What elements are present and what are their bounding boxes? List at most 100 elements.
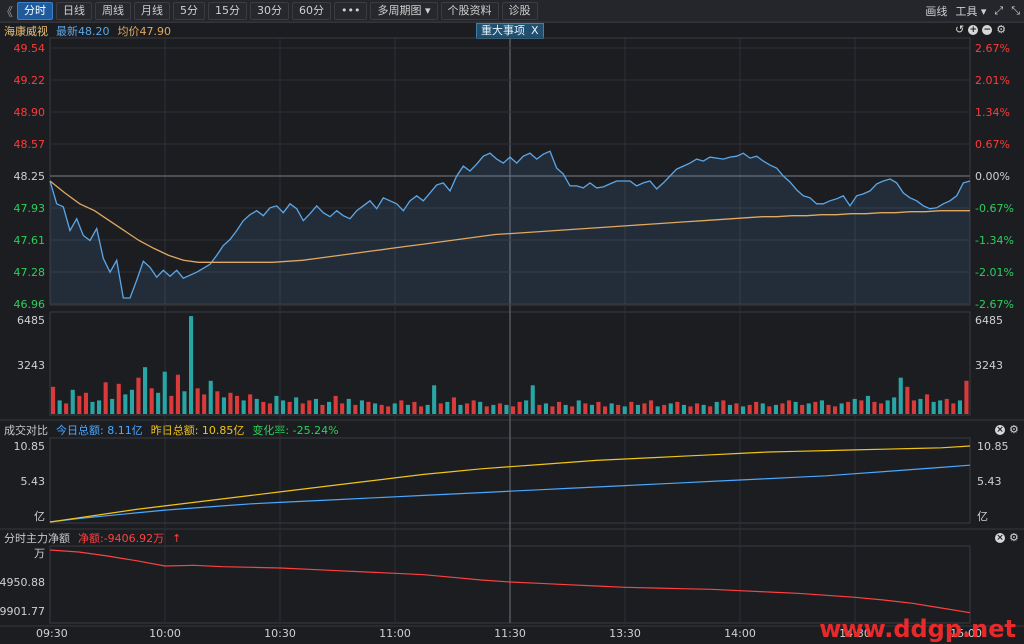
- volume-bar: [221, 397, 226, 414]
- volume-bar: [478, 401, 483, 414]
- volume-bar: [655, 406, 660, 414]
- volume-bar: [800, 404, 805, 414]
- volume-bar: [826, 404, 831, 414]
- volume-bar: [701, 404, 706, 414]
- price-tick-label: 48.25: [14, 170, 46, 183]
- volume-bar: [734, 403, 739, 414]
- time-axis-label: 10:30: [264, 627, 296, 640]
- volume-bar: [281, 400, 286, 414]
- volume-bar: [780, 403, 785, 414]
- volume-bar: [274, 395, 279, 414]
- volume-bar: [603, 406, 608, 414]
- percent-tick-label: -2.01%: [975, 266, 1014, 279]
- volume-bar: [708, 406, 713, 414]
- volume-bar: [964, 380, 969, 414]
- percent-tick-label: 0.00%: [975, 170, 1010, 183]
- volume-bar: [885, 400, 890, 414]
- volume-bar: [419, 406, 424, 414]
- amount-tick-label: 10.85: [14, 440, 46, 453]
- volume-bar: [156, 392, 161, 414]
- volume-bar: [228, 392, 233, 414]
- percent-tick-label: 1.34%: [975, 106, 1010, 119]
- volume-bar: [405, 404, 410, 414]
- volume-bar: [491, 404, 496, 414]
- amount-tick-label: 5.43: [21, 475, 46, 488]
- net-flow-tick-label: -9901.77: [0, 605, 45, 618]
- volume-bar: [596, 401, 601, 414]
- volume-bar: [143, 367, 148, 414]
- volume-bar: [248, 394, 253, 414]
- volume-bar: [898, 377, 903, 414]
- volume-bar: [767, 406, 772, 414]
- amount-tick-label-right: 5.43: [977, 475, 1002, 488]
- volume-bar: [307, 400, 312, 414]
- volume-bar: [911, 400, 916, 414]
- volume-bar: [451, 397, 456, 414]
- volume-bar: [465, 403, 470, 414]
- volume-bar: [169, 395, 174, 414]
- volume-bar: [235, 395, 240, 414]
- volume-bar: [537, 404, 542, 414]
- volume-bar: [925, 394, 930, 414]
- volume-bar: [576, 400, 581, 414]
- intraday-chart[interactable]: 49.54 2.67% 49.22 2.01% 48.90 1.34% 48.57 0.67%…: [0, 0, 1024, 644]
- price-tick-label: 48.57: [14, 138, 46, 151]
- amount-tick-label-right: 亿: [977, 510, 988, 523]
- volume-bar: [938, 400, 943, 414]
- volume-bar: [649, 400, 654, 414]
- time-axis-label: 13:30: [609, 627, 641, 640]
- volume-bar: [754, 401, 759, 414]
- volume-bar: [846, 401, 851, 414]
- volume-bar: [123, 394, 128, 414]
- volume-bar: [642, 403, 647, 414]
- volume-bar: [359, 400, 364, 414]
- volume-bar: [162, 371, 167, 414]
- volume-bar: [353, 404, 358, 414]
- net-flow-tick-label: -4950.88: [0, 576, 45, 589]
- volume-bar: [957, 400, 962, 414]
- volume-bar: [668, 403, 673, 414]
- volume-bar: [300, 403, 305, 414]
- volume-bar: [563, 404, 568, 414]
- percent-tick-label: 0.67%: [975, 138, 1010, 151]
- time-axis-label: 11:00: [379, 627, 411, 640]
- volume-bar: [313, 398, 318, 414]
- volume-bar: [497, 403, 502, 414]
- volume-bar: [511, 406, 516, 414]
- volume-bar: [727, 404, 732, 414]
- volume-bar: [346, 398, 351, 414]
- volume-bar: [70, 389, 75, 414]
- volume-bar: [333, 395, 338, 414]
- time-axis-label: 09:30: [36, 627, 68, 640]
- volume-bar: [787, 400, 792, 414]
- volume-bar: [320, 404, 325, 414]
- volume-bar: [675, 401, 680, 414]
- volume-bar: [721, 400, 726, 414]
- volume-bar: [852, 398, 857, 414]
- price-tick-label: 47.93: [14, 202, 46, 215]
- volume-bar: [110, 398, 115, 414]
- volume-bar: [208, 380, 213, 414]
- volume-bar: [77, 395, 82, 414]
- volume-bar: [392, 403, 397, 414]
- volume-bar: [905, 386, 910, 414]
- volume-bar: [215, 391, 220, 414]
- volume-bar: [366, 401, 371, 414]
- volume-bar: [254, 398, 259, 414]
- volume-bar: [760, 403, 765, 414]
- watermark: www.ddgp.net: [819, 615, 1016, 643]
- volume-bar: [83, 392, 88, 414]
- volume-bar: [373, 403, 378, 414]
- volume-bar: [813, 401, 818, 414]
- volume-bar: [833, 406, 838, 414]
- volume-bar: [918, 398, 923, 414]
- volume-bar: [51, 386, 56, 414]
- volume-tick-label: 6485: [17, 314, 45, 327]
- percent-tick-label: -0.67%: [975, 202, 1014, 215]
- volume-bar: [570, 406, 575, 414]
- volume-bar: [97, 400, 102, 414]
- volume-bar: [872, 401, 877, 414]
- volume-bar: [202, 394, 207, 414]
- volume-bar: [484, 406, 489, 414]
- volume-bar: [865, 395, 870, 414]
